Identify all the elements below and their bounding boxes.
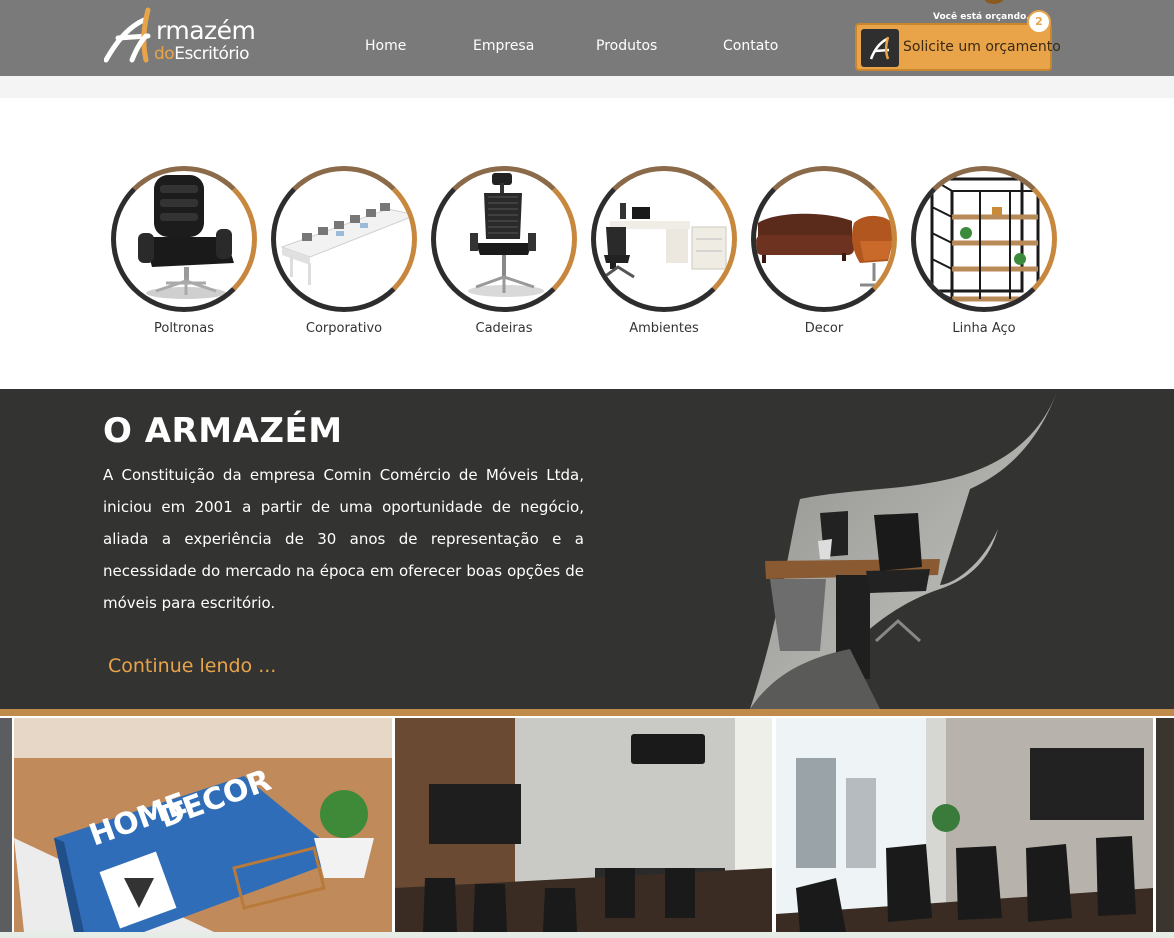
- mesh-office-chair-icon[interactable]: [431, 166, 577, 312]
- nav-home[interactable]: Home: [365, 38, 406, 54]
- photo-gallery: HOME DECOR: [0, 716, 1174, 938]
- office-logo-photo-icon: [750, 389, 1058, 709]
- gallery-photo-partial[interactable]: [1156, 718, 1174, 932]
- gallery-photo-meeting-room[interactable]: [395, 718, 772, 932]
- about-description: A Constituição da empresa Comin Comércio…: [103, 466, 584, 612]
- quote-hint-text: Você está orçando...: [933, 12, 1037, 22]
- home-decor-book-icon: HOME DECOR: [14, 718, 392, 932]
- category-label[interactable]: Ambientes: [571, 321, 757, 336]
- nav-produtos[interactable]: Produtos: [596, 38, 657, 54]
- logo-wordmark: rmazém: [156, 16, 256, 45]
- site-header: rmazém doEscritório Home Empresa Produto…: [0, 0, 1174, 76]
- gallery-photo-office-window[interactable]: [776, 718, 1153, 932]
- about-title: O ARMAZÉM: [103, 411, 343, 451]
- category-label[interactable]: Poltronas: [91, 321, 277, 336]
- gallery-photo-home-decor[interactable]: HOME DECOR: [14, 718, 392, 932]
- nav-contato[interactable]: Contato: [723, 38, 778, 54]
- gallery-photo-partial[interactable]: [0, 718, 12, 932]
- quote-logo-icon: [861, 29, 899, 67]
- category-label[interactable]: Corporativo: [251, 321, 437, 336]
- sofa-and-egg-chair-icon[interactable]: [751, 166, 897, 312]
- quote-count-badge: 2: [1027, 10, 1051, 34]
- site-logo[interactable]: rmazém doEscritório: [104, 6, 256, 64]
- workstation-desks-icon[interactable]: [271, 166, 417, 312]
- office-armchair-icon[interactable]: [111, 166, 257, 312]
- category-label[interactable]: Decor: [731, 321, 917, 336]
- request-quote-label: Solicite um orçamento: [903, 39, 1061, 55]
- category-label[interactable]: Linha Aço: [891, 321, 1077, 336]
- desk-setup-icon[interactable]: [591, 166, 737, 312]
- nav-empresa[interactable]: Empresa: [473, 38, 534, 54]
- request-quote-button[interactable]: Solicite um orçamento: [855, 23, 1061, 71]
- steel-shelf-icon[interactable]: [911, 166, 1057, 312]
- gallery-footer-strip: [0, 932, 1174, 938]
- quote-indicator-dot: [984, 0, 1004, 4]
- logo-subwordmark: doEscritório: [154, 44, 250, 64]
- section-divider: [0, 709, 1174, 716]
- continue-reading-link[interactable]: Continue lendo ...: [108, 655, 276, 677]
- meeting-room-icon: [395, 718, 772, 932]
- about-section: O ARMAZÉM A Constituição da empresa Comi…: [0, 389, 1174, 709]
- header-divider-strip: [0, 76, 1174, 98]
- office-window-icon: [776, 718, 1153, 932]
- category-label[interactable]: Cadeiras: [411, 321, 597, 336]
